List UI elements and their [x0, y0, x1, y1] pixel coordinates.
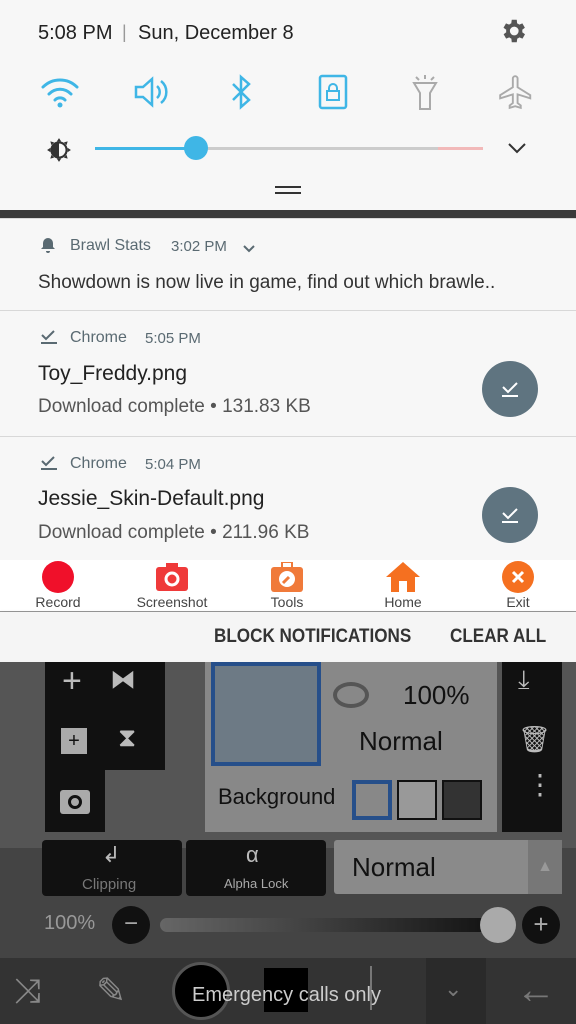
add-layer-icon[interactable]: +: [62, 662, 82, 701]
screen-rotation-lock-icon[interactable]: [311, 70, 355, 114]
background-dark-option[interactable]: [442, 780, 482, 820]
screen-recorder-bar: Record Screenshot Tools Home Exit: [0, 560, 576, 612]
collapse-button[interactable]: ⌄: [426, 958, 486, 1024]
clock: 5:08 PM: [38, 22, 113, 44]
open-download-button[interactable]: [482, 361, 538, 417]
back-arrow-icon[interactable]: ←: [516, 968, 556, 1013]
clipping-button[interactable]: ↲ Clipping: [42, 840, 182, 896]
notification-time: 3:02 PM: [171, 238, 227, 255]
notification-text: Download complete • 131.83 KB: [38, 396, 311, 417]
separator: |: [122, 22, 127, 42]
airplane-mode-icon[interactable]: [494, 70, 538, 114]
date: Sun, December 8: [138, 22, 294, 44]
brightness-icon: [46, 137, 72, 163]
bluetooth-icon[interactable]: [219, 70, 263, 114]
opacity-slider-thumb[interactable]: [480, 907, 516, 943]
layer-opacity: 100%: [403, 680, 470, 710]
record-label: Record: [35, 594, 81, 610]
gear-icon[interactable]: [498, 16, 528, 46]
notification-app: Chrome: [70, 329, 127, 346]
alpha-lock-label: Alpha Lock: [224, 876, 289, 891]
record-button[interactable]: Record: [8, 560, 108, 610]
screenshot-label: Screenshot: [136, 594, 208, 610]
notification-time: 5:05 PM: [145, 330, 201, 347]
bottom-toolbar: ⤨ ✎ ⌄ ← Emergency calls only: [0, 958, 576, 1024]
home-icon: [386, 562, 420, 592]
open-download-button[interactable]: [482, 487, 538, 543]
clipping-label: Clipping: [82, 876, 137, 893]
quick-settings-panel: 5:08 PM | Sun, December 8: [0, 0, 576, 210]
lock-icon: α: [246, 842, 259, 867]
opacity-value: 100%: [44, 912, 96, 934]
layer-side-tools: ⤓ 🗑 ⋮: [502, 662, 562, 832]
emergency-calls-text: Emergency calls only: [192, 984, 381, 1006]
tools-label: Tools: [270, 594, 304, 610]
download-done-icon: [40, 455, 58, 476]
eye-icon[interactable]: [333, 682, 369, 708]
notification-title: Jessie_Skin-Default.png: [38, 487, 265, 510]
notification-chrome-download-2[interactable]: Chrome 5:04 PM Jessie_Skin-Default.png D…: [0, 436, 576, 560]
notification-text: Showdown is now live in game, find out w…: [38, 272, 496, 293]
drag-handle[interactable]: [275, 186, 301, 194]
notification-app: Chrome: [70, 455, 127, 472]
double-chevron-down-icon: ⌄: [444, 976, 463, 1001]
notification-time: 5:04 PM: [145, 456, 201, 473]
block-notifications-button[interactable]: BLOCK NOTIFICATIONS: [214, 626, 411, 648]
home-button[interactable]: Home: [353, 560, 453, 610]
layer-panel: 100% Normal Background: [205, 662, 497, 832]
wifi-icon[interactable]: [38, 70, 82, 114]
notification-brawl-stats[interactable]: Brawl Stats 3:02 PM Showdown is now live…: [0, 218, 576, 310]
download-done-icon: [40, 329, 58, 350]
camera-icon[interactable]: [60, 790, 90, 814]
record-icon: [42, 561, 74, 593]
minus-button[interactable]: −: [112, 906, 150, 944]
brush-icon[interactable]: ✎: [96, 970, 126, 1012]
bell-icon: [40, 237, 56, 253]
notification-chrome-download-1[interactable]: Chrome 5:05 PM Toy_Freddy.png Download c…: [0, 310, 576, 436]
blend-mode-select[interactable]: Normal ▲: [334, 840, 562, 894]
brightness-slider[interactable]: [95, 136, 483, 160]
notification-app: Brawl Stats: [70, 237, 151, 254]
notification-text: Download complete • 211.96 KB: [38, 522, 310, 543]
plus-button[interactable]: +: [522, 906, 560, 944]
layer-blend: Normal: [359, 726, 443, 756]
duplicate-layer-icon[interactable]: +: [61, 728, 87, 754]
brightness-slider-thumb[interactable]: [184, 136, 208, 160]
exit-button[interactable]: Exit: [468, 560, 568, 610]
opacity-slider[interactable]: [160, 907, 516, 943]
flip-vertical-icon[interactable]: ⧗: [118, 722, 136, 754]
triangle-up-icon[interactable]: ▲: [528, 840, 562, 894]
alpha-lock-button[interactable]: α Alpha Lock: [186, 840, 326, 896]
background-white-option[interactable]: [352, 780, 392, 820]
background-checker-option[interactable]: [397, 780, 437, 820]
screenshot-button[interactable]: Screenshot: [122, 560, 222, 610]
expand-icon[interactable]: [243, 241, 255, 259]
sound-icon[interactable]: [130, 70, 174, 114]
tools-button[interactable]: Tools: [237, 560, 337, 610]
exit-label: Exit: [506, 594, 530, 610]
transform-tool-icon[interactable]: ⤨: [14, 972, 41, 1011]
home-label: Home: [384, 594, 422, 610]
flashlight-icon[interactable]: [403, 70, 447, 114]
chevron-down-icon[interactable]: [506, 140, 528, 156]
clipping-arrow-icon: ↲: [102, 842, 121, 867]
close-icon: [502, 561, 534, 593]
layer-thumbnail[interactable]: [211, 662, 321, 766]
flip-horizontal-icon[interactable]: ⧓: [110, 664, 136, 695]
blend-mode-value: Normal: [352, 852, 436, 882]
trash-icon[interactable]: 🗑: [518, 724, 551, 755]
drawing-app-background: + ⧓ + ⧗ 100% Normal Background ⤓ 🗑 ⋮ ↲ Cl…: [0, 662, 576, 1024]
background-label: Background: [218, 784, 336, 809]
notification-title: Toy_Freddy.png: [38, 362, 188, 385]
clear-all-button[interactable]: CLEAR ALL: [450, 626, 546, 648]
notification-actions: BLOCK NOTIFICATIONS CLEAR ALL: [0, 612, 576, 662]
merge-down-icon[interactable]: ⤓: [518, 664, 530, 696]
more-icon[interactable]: ⋮: [526, 771, 554, 799]
camera-icon: [156, 563, 188, 591]
toolbox-icon: [271, 562, 303, 592]
